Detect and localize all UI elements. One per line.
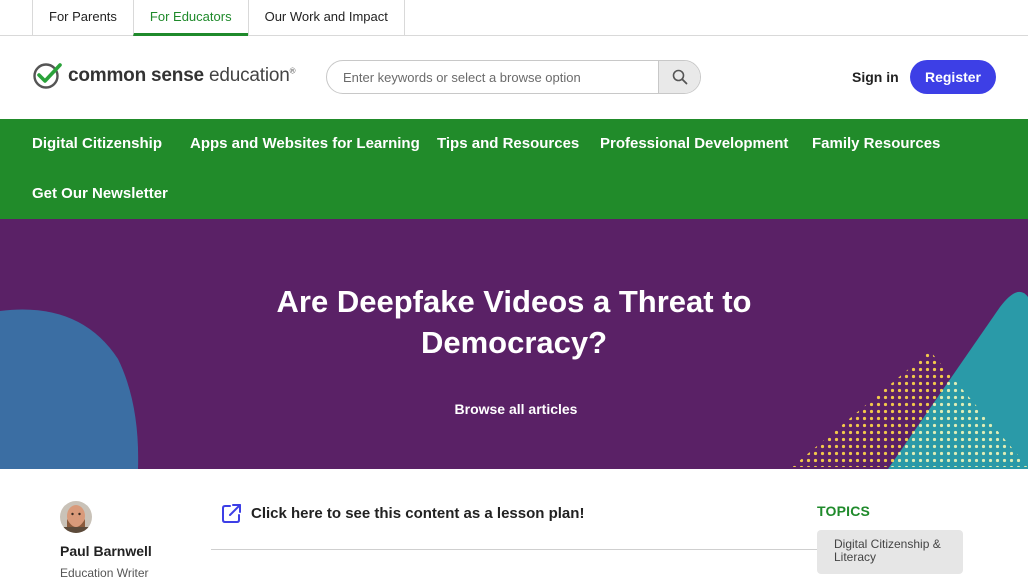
browse-all-articles-link[interactable]: Browse all articles [414, 401, 618, 417]
main-nav: Digital Citizenship Apps and Websites fo… [0, 119, 1028, 219]
topics-heading: TOPICS [817, 503, 871, 519]
sign-in-link[interactable]: Sign in [852, 69, 899, 85]
avatar-image [60, 501, 92, 533]
author-name[interactable]: Paul Barnwell [60, 543, 152, 559]
page-title: Are Deepfake Videos a Threat to Democrac… [276, 284, 752, 360]
logo-registered: ® [289, 66, 296, 76]
site-header: common sense education® Sign in Register [0, 36, 1028, 119]
lesson-plan-link[interactable]: Click here to see this content as a less… [221, 501, 584, 525]
tab-for-educators[interactable]: For Educators [132, 0, 248, 36]
content-divider [211, 549, 817, 550]
search-bar [326, 60, 701, 94]
lesson-plan-label: Click here to see this content as a less… [251, 504, 585, 522]
site-logo[interactable]: common sense education® [32, 62, 296, 90]
logo-wordmark: common sense education® [68, 65, 296, 87]
nav-apps-and-websites[interactable]: Apps and Websites for Learning [190, 135, 420, 152]
nav-newsletter[interactable]: Get Our Newsletter [32, 185, 168, 202]
nav-family-resources[interactable]: Family Resources [812, 135, 940, 152]
nav-professional-development[interactable]: Professional Development [600, 135, 788, 152]
topic-chip-digital-citizenship[interactable]: Digital Citizenship & Literacy [817, 530, 963, 574]
blue-blob-shape [0, 309, 139, 469]
checkmark-circle-icon [33, 63, 62, 89]
tab-our-work-and-impact[interactable]: Our Work and Impact [247, 0, 405, 36]
search-button[interactable] [658, 61, 700, 93]
search-input[interactable] [327, 61, 658, 93]
logo-product: education [209, 65, 290, 86]
audience-bar: For Parents For Educators Our Work and I… [0, 0, 1028, 36]
author-avatar [60, 501, 92, 533]
tab-for-parents[interactable]: For Parents [32, 0, 133, 36]
author-role: Education Writer [60, 566, 149, 578]
nav-tips-and-resources[interactable]: Tips and Resources [437, 135, 579, 152]
hero-banner: Are Deepfake Videos a Threat to Democrac… [0, 219, 1028, 469]
audience-tabs: For Parents For Educators Our Work and I… [32, 0, 405, 36]
external-link-icon [222, 503, 241, 523]
search-icon [672, 69, 687, 85]
register-button[interactable]: Register [910, 60, 996, 94]
logo-brand: common sense [68, 65, 204, 86]
nav-digital-citizenship[interactable]: Digital Citizenship [32, 135, 162, 152]
